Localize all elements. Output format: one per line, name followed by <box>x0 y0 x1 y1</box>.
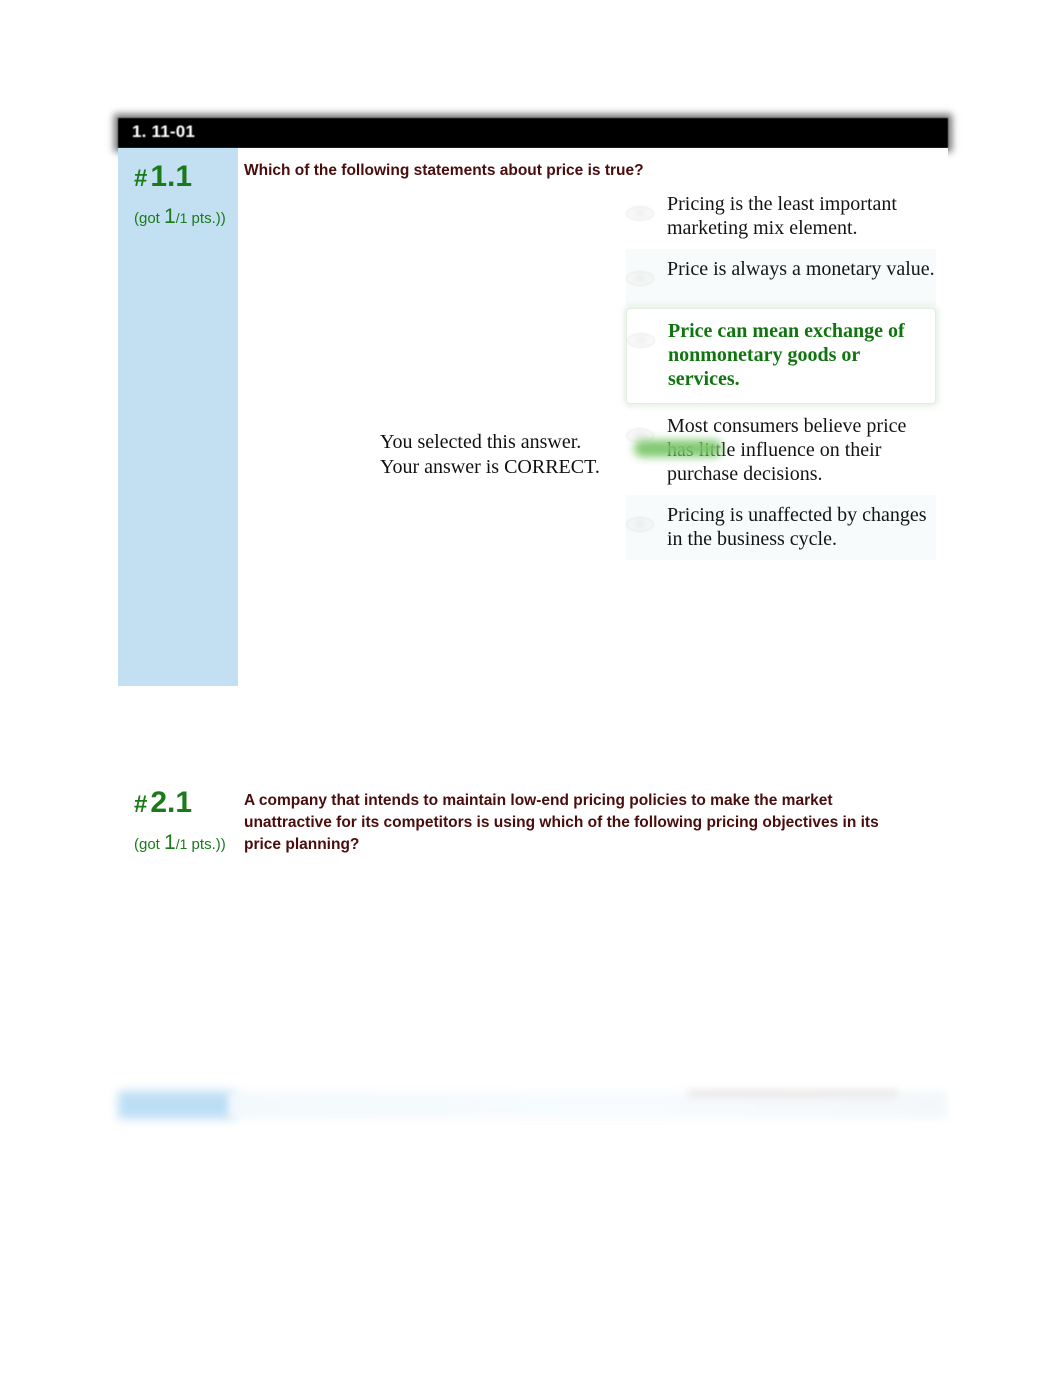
green-arrow-indicator-icon <box>634 440 722 457</box>
option-row[interactable]: Pricing is the least important marketing… <box>626 184 936 249</box>
question-number-value: 1.1 <box>150 160 193 193</box>
question-number-hash: # <box>134 791 148 818</box>
radio-button-icon[interactable] <box>626 271 654 286</box>
question-2-points: (got 1/1 pts.)) <box>118 828 230 858</box>
question-1-content: Which of the following statements about … <box>238 148 948 686</box>
question-1-number: #1.1 <box>118 162 238 192</box>
question-1-sidebar: #1.1 (got 1/1 pts.)) <box>118 148 248 686</box>
points-suffix: pts.)) <box>187 210 226 227</box>
question-2-number: #2.1 <box>118 788 238 818</box>
bottom-partial-row <box>118 1089 948 1121</box>
option-label: Pricing is unaffected by changes in the … <box>667 504 927 550</box>
question-1-prompt: Which of the following statements about … <box>244 162 644 179</box>
option-label: Price can mean exchange of nonmonetary g… <box>668 320 905 390</box>
question-1-points: (got 1/1 pts.)) <box>118 202 230 232</box>
points-possible: /1 <box>175 836 188 852</box>
answer-feedback: You selected this answer. Your answer is… <box>380 430 600 480</box>
option-row[interactable]: Price is always a monetary value. <box>626 249 936 306</box>
radio-button-selected-icon[interactable] <box>627 333 655 348</box>
question-2-sidebar: #2.1 (got 1/1 pts.)) <box>118 780 238 858</box>
question-2-prompt: A company that intends to maintain low-e… <box>244 792 879 853</box>
quiz-title-bar: 1. 11-01 <box>118 118 948 148</box>
points-prefix: (got <box>134 836 165 853</box>
quiz-question-block-2: #2.1 (got 1/1 pts.)) A company that inte… <box>118 780 948 858</box>
answer-feedback-line-1: You selected this answer. <box>380 431 582 453</box>
points-possible: /1 <box>175 210 188 226</box>
option-label: Pricing is the least important marketing… <box>667 193 897 239</box>
quiz-question-block-1: 1. 11-01 #1.1 (got 1/1 pts.)) Which of t… <box>118 118 948 686</box>
points-earned: 1 <box>164 205 176 228</box>
radio-button-icon[interactable] <box>626 206 654 221</box>
bottom-smudge <box>688 1090 898 1098</box>
question-2-content: A company that intends to maintain low-e… <box>238 780 948 856</box>
option-row[interactable]: Pricing is unaffected by changes in the … <box>626 495 936 560</box>
question-number-hash: # <box>134 165 148 192</box>
option-row-correct-selected[interactable]: Price can mean exchange of nonmonetary g… <box>626 308 936 404</box>
radio-button-icon[interactable] <box>626 517 654 532</box>
points-earned: 1 <box>164 831 176 854</box>
bottom-sidebar-fragment <box>118 1091 236 1119</box>
answer-feedback-line-2: Your answer is CORRECT. <box>380 456 600 478</box>
option-label: Price is always a monetary value. <box>667 258 935 280</box>
question-number-value: 2.1 <box>150 786 193 819</box>
question-1-options: Pricing is the least important marketing… <box>626 184 936 560</box>
points-suffix: pts.)) <box>187 836 226 853</box>
question-1-body: #1.1 (got 1/1 pts.)) Which of the follow… <box>118 148 948 686</box>
points-prefix: (got <box>134 210 165 227</box>
quiz-title: 1. 11-01 <box>132 122 196 141</box>
